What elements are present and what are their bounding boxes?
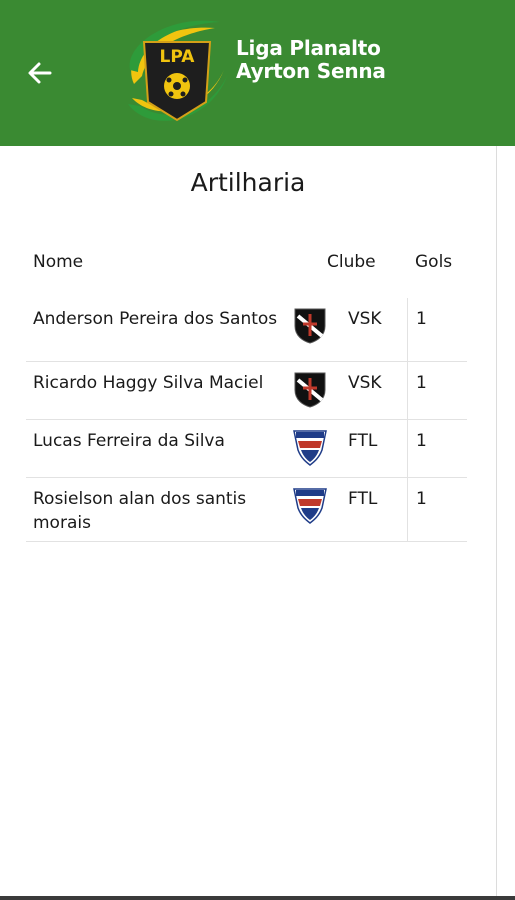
goals-count: 1: [416, 431, 427, 451]
goals-count: 1: [416, 309, 427, 329]
league-title: Liga Planalto Ayrton Senna: [236, 37, 386, 83]
vasco-crest-icon: [292, 370, 328, 408]
app-bar: LPA Liga Planalto Ayrton Senna: [0, 0, 515, 146]
arrow-left-icon[interactable]: [26, 59, 54, 87]
league-logo: LPA: [120, 14, 235, 132]
player-name: Anderson Pereira dos Santos: [33, 309, 278, 329]
player-name: Rosielson alan dos santis morais: [33, 489, 247, 533]
fortaleza-crest-icon: [292, 486, 328, 524]
column-divider: [407, 362, 408, 419]
header-club: Clube: [327, 252, 376, 272]
page-title: Artilharia: [190, 168, 306, 197]
table-row[interactable]: Ricardo Haggy Silva Maciel VSK 1: [26, 362, 467, 420]
table-row[interactable]: Rosielson alan dos santis morais FTL 1: [26, 478, 467, 542]
column-divider: [407, 420, 408, 477]
club-code: VSK: [348, 309, 382, 329]
header-name: Nome: [33, 252, 84, 272]
player-name: Ricardo Haggy Silva Maciel: [33, 373, 264, 393]
goals-count: 1: [416, 373, 427, 393]
scrollbar-track[interactable]: [496, 146, 497, 900]
table-row[interactable]: Anderson Pereira dos Santos VSK 1: [26, 298, 467, 362]
club-code: FTL: [348, 431, 378, 451]
fortaleza-crest-icon: [292, 428, 328, 466]
league-title-line1: Liga Planalto: [236, 36, 381, 60]
vasco-crest-icon: [292, 306, 328, 344]
player-name: Lucas Ferreira da Silva: [33, 431, 225, 451]
club-code: FTL: [348, 489, 378, 509]
bottom-edge: [0, 896, 515, 900]
column-divider: [407, 298, 408, 361]
logo-text: LPA: [160, 47, 196, 67]
column-divider: [407, 478, 408, 541]
league-title-line2: Ayrton Senna: [236, 59, 386, 83]
club-code: VSK: [348, 373, 382, 393]
table-row[interactable]: Lucas Ferreira da Silva FTL 1: [26, 420, 467, 478]
header-goals: Gols: [415, 252, 453, 272]
goals-count: 1: [416, 489, 427, 509]
